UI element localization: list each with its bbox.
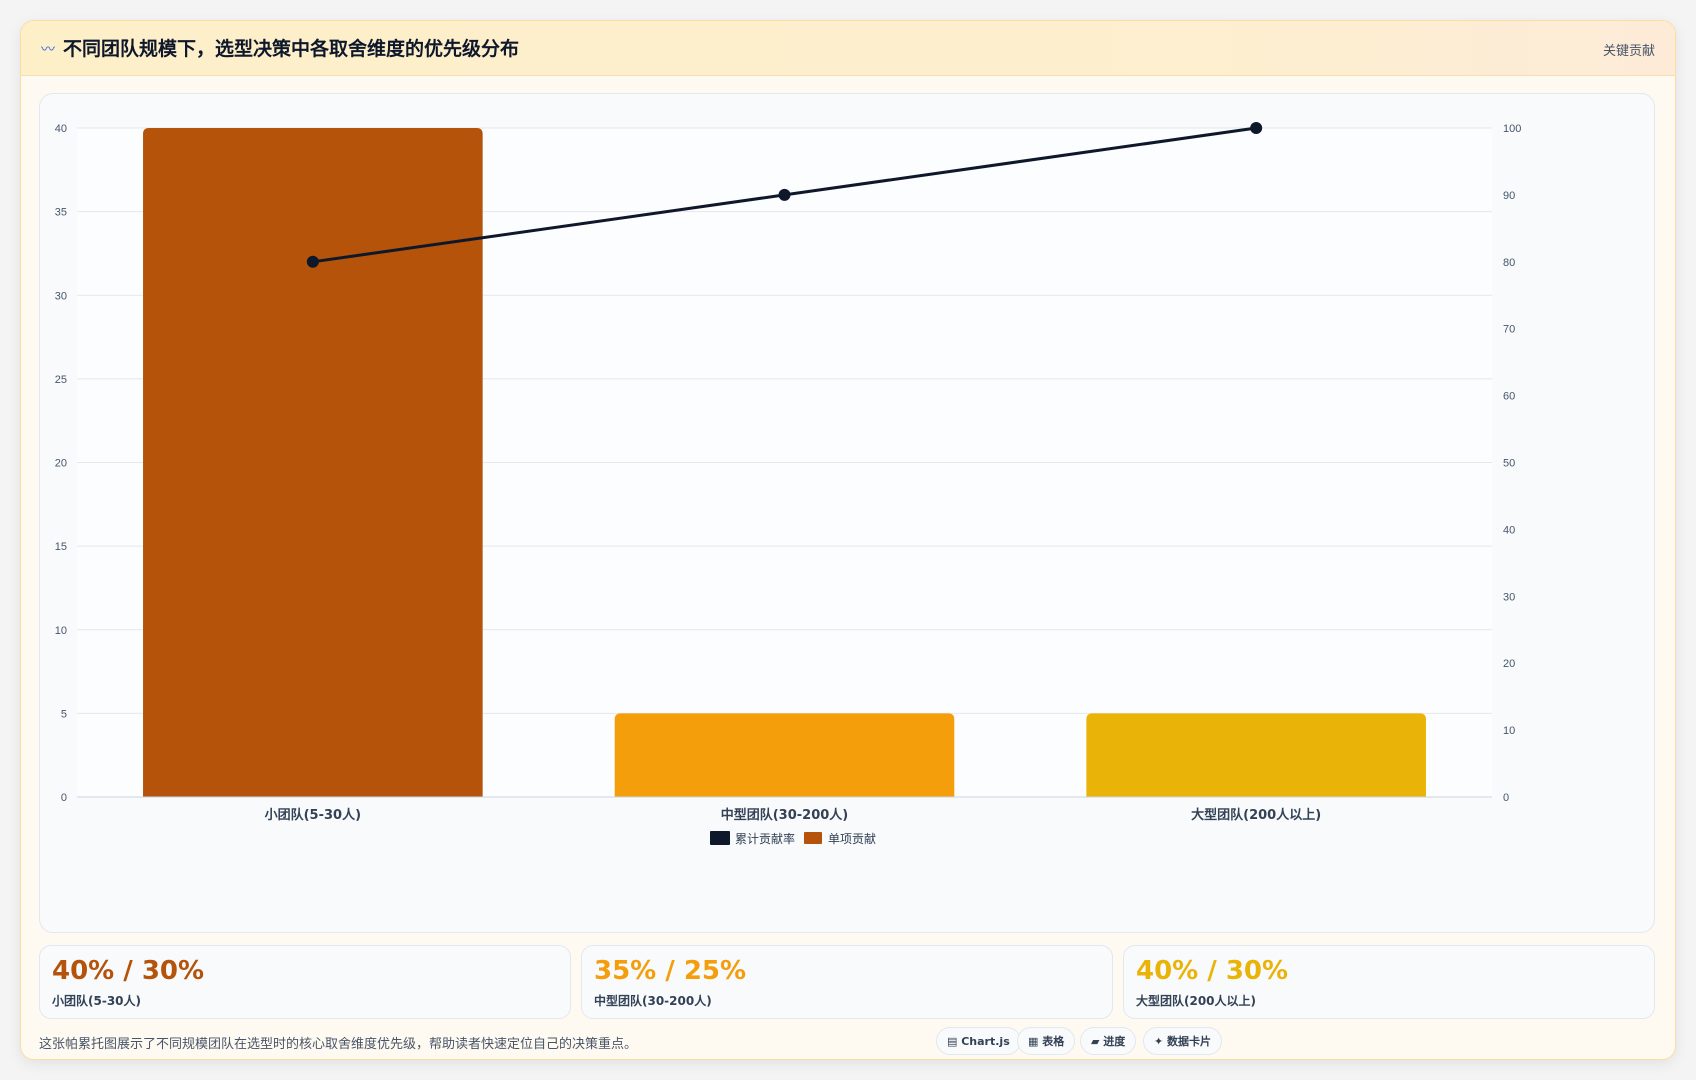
- legend-label: 累计贡献率: [735, 831, 795, 846]
- x-tick-label: 小团队(5-30人): [265, 807, 361, 823]
- y2-tick-label: 70: [1503, 324, 1515, 336]
- y2-tick-label: 80: [1503, 257, 1515, 269]
- x-tick-label: 大型团队(200人以上): [1191, 807, 1321, 823]
- y-tick-label: 30: [55, 290, 67, 302]
- sparkle-icon: ✦: [1154, 1035, 1168, 1048]
- progress-icon: ▰: [1091, 1035, 1104, 1048]
- table-icon: ▦: [1028, 1035, 1043, 1048]
- y-tick-label: 10: [55, 625, 67, 637]
- y2-tick-label: 50: [1503, 458, 1515, 470]
- y2-tick-label: 40: [1503, 524, 1515, 536]
- y2-tick-label: 90: [1503, 190, 1515, 202]
- chip-chartjs[interactable]: ▤ Chart.js: [936, 1027, 1021, 1055]
- chip-label: Chart.js: [961, 1035, 1010, 1048]
- stat-card-small: 40% / 30% 小团队(5-30人): [39, 945, 571, 1019]
- y-tick-label: 35: [55, 207, 67, 219]
- card-header: 〰 不同团队规模下，选型决策中各取舍维度的优先级分布 关键贡献: [21, 21, 1675, 76]
- y-tick-label: 20: [55, 458, 67, 470]
- y-tick-label: 5: [61, 708, 67, 720]
- stat-value: 35% / 25%: [594, 956, 747, 986]
- y2-tick-label: 100: [1503, 123, 1521, 135]
- y-tick-label: 0: [61, 792, 67, 804]
- stat-card-large: 40% / 30% 大型团队(200人以上): [1123, 945, 1655, 1019]
- chart-description: 这张帕累托图展示了不同规模团队在选型时的核心取舍维度优先级，帮助读者快速定位自己…: [39, 1037, 638, 1052]
- chart-card: 〰 不同团队规模下，选型决策中各取舍维度的优先级分布 关键贡献 0 5 10 15 20…: [20, 20, 1676, 1060]
- y-tick-label: 25: [55, 374, 67, 386]
- chip-table[interactable]: ▦ 表格: [1017, 1027, 1076, 1055]
- chart-icon: ▤: [947, 1035, 962, 1048]
- stat-card-medium: 35% / 25% 中型团队(30-200人): [581, 945, 1113, 1019]
- y2-tick-label: 10: [1503, 725, 1515, 737]
- y2-tick-label: 60: [1503, 391, 1515, 403]
- key-contribution-button[interactable]: 关键贡献: [1603, 40, 1655, 59]
- y-tick-label: 40: [55, 123, 67, 135]
- legend-swatch-bar: [804, 832, 822, 844]
- bar: [1086, 713, 1426, 797]
- chip-label: 表格: [1042, 1035, 1065, 1048]
- line-point: [778, 188, 791, 201]
- chip-data-card[interactable]: ✦ 数据卡片: [1143, 1027, 1223, 1055]
- stat-label: 中型团队(30-200人): [594, 994, 712, 1008]
- pareto-chart: 0 5 10 15 20 25 30 35 40 0 10 20 30 40 50 60 70 80 90 100 小团…: [55, 122, 1521, 846]
- y-tick-label: 15: [55, 541, 67, 553]
- wave-icon: 〰: [41, 42, 55, 58]
- line-point: [1250, 122, 1263, 134]
- y2-tick-label: 30: [1503, 591, 1515, 603]
- line-point: [306, 255, 319, 268]
- chart-panel: 0 5 10 15 20 25 30 35 40 0 10 20 30 40 50 60 70 80 90 100 小团…: [39, 93, 1655, 933]
- chip-label: 进度: [1103, 1035, 1126, 1048]
- stat-label: 大型团队(200人以上): [1136, 994, 1257, 1008]
- legend-label: 单项贡献: [828, 831, 876, 846]
- stat-value: 40% / 30%: [52, 956, 205, 986]
- legend-swatch-line: [710, 831, 730, 845]
- y2-tick-label: 0: [1503, 792, 1509, 804]
- stat-value: 40% / 30%: [1136, 956, 1289, 986]
- x-tick-label: 中型团队(30-200人): [721, 807, 849, 823]
- stat-label: 小团队(5-30人): [52, 994, 141, 1008]
- chip-progress[interactable]: ▰ 进度: [1080, 1027, 1137, 1055]
- page-title: 不同团队规模下，选型决策中各取舍维度的优先级分布: [63, 38, 520, 60]
- chip-label: 数据卡片: [1167, 1035, 1212, 1048]
- bar: [614, 713, 955, 797]
- y2-tick-label: 20: [1503, 658, 1515, 670]
- bar: [143, 128, 483, 797]
